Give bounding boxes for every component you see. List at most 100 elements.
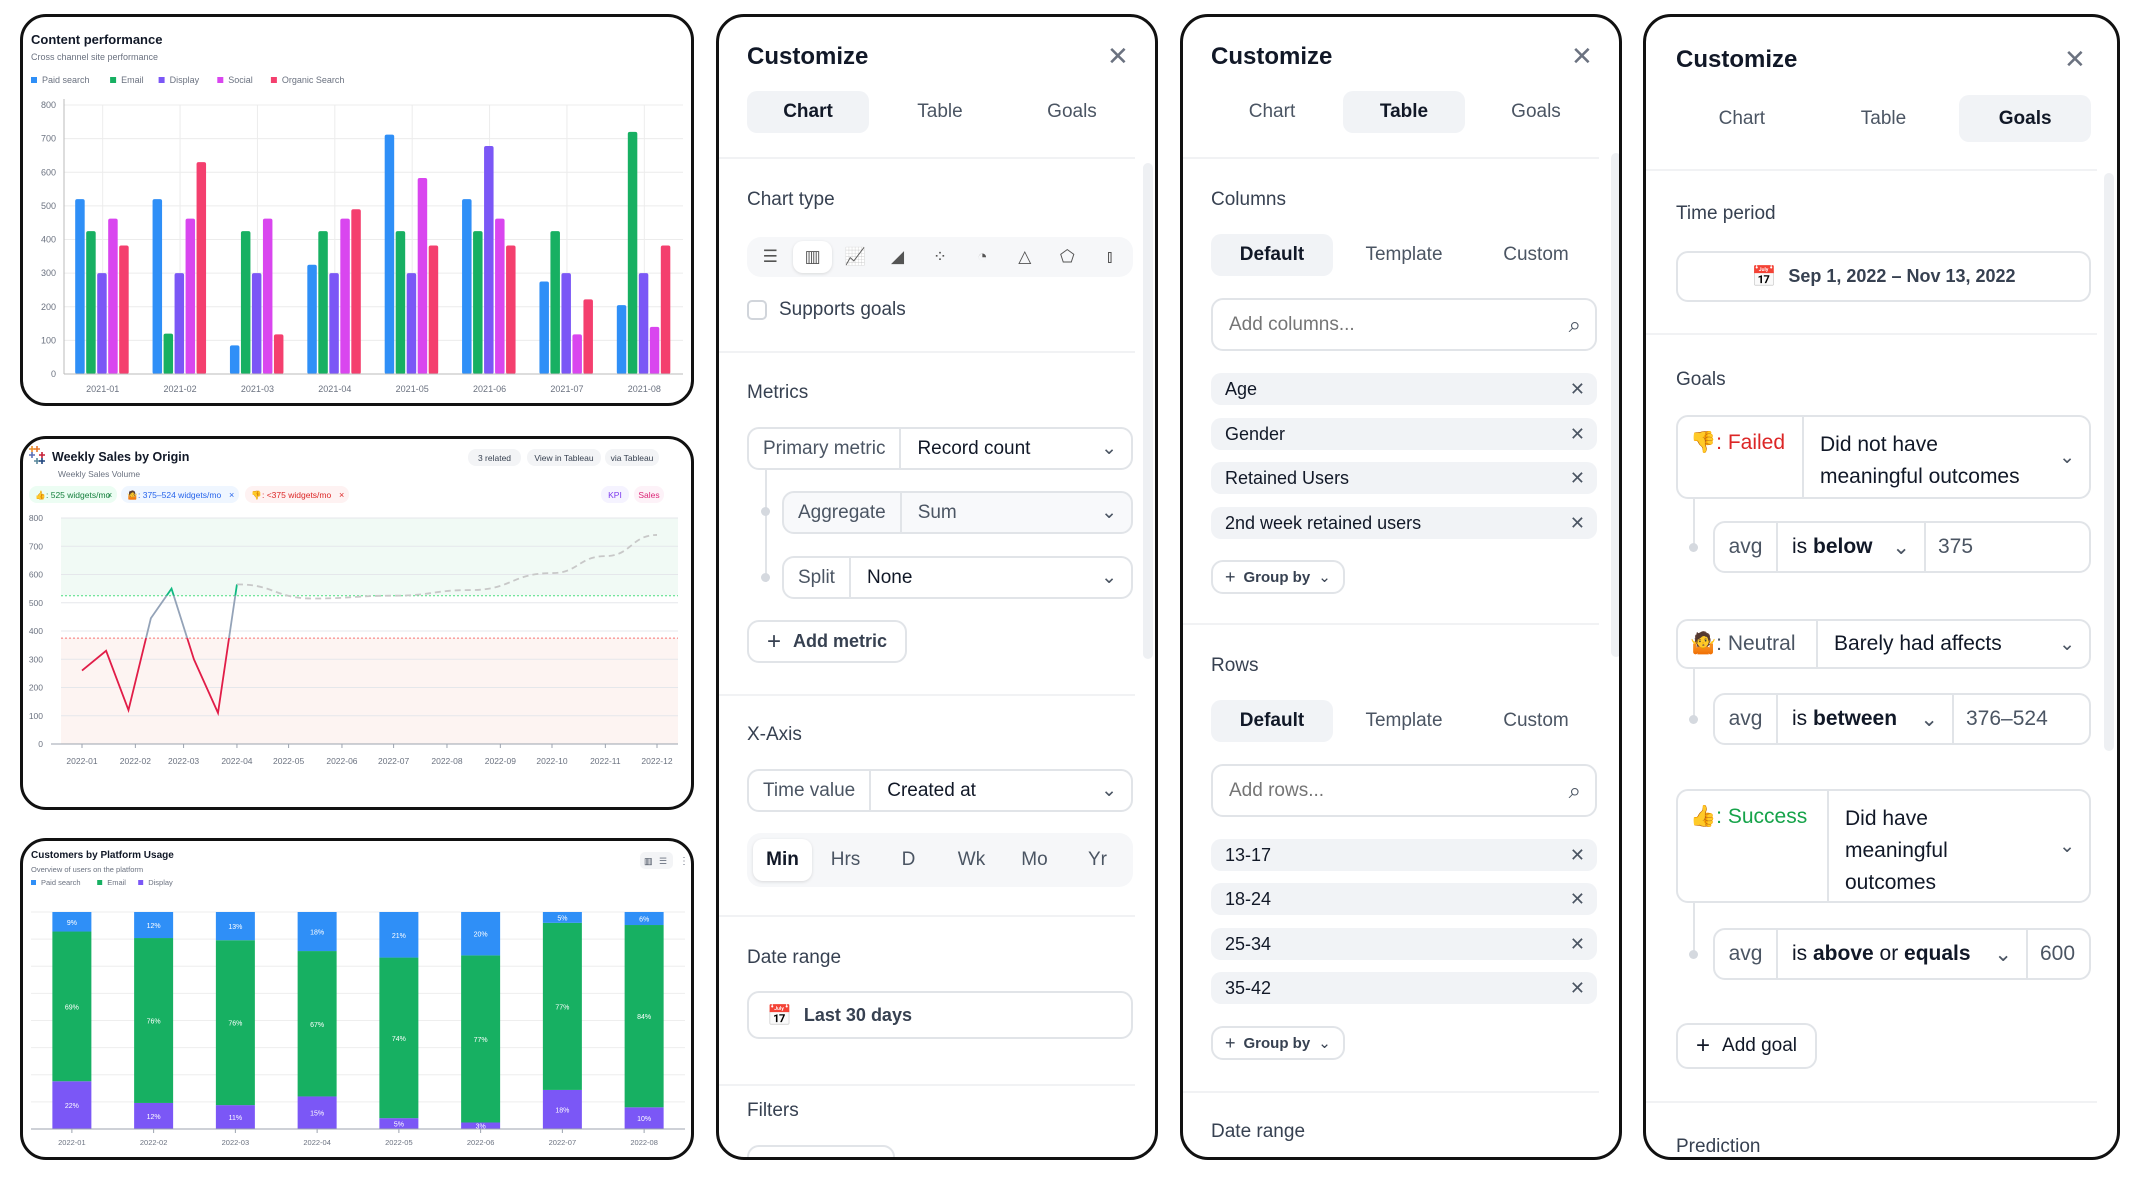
list-view-icon[interactable]: ☰ bbox=[659, 856, 667, 866]
bar-email[interactable] bbox=[395, 231, 406, 374]
tab-chart[interactable]: Chart bbox=[1211, 91, 1333, 133]
tab-table[interactable]: Table bbox=[1818, 95, 1950, 142]
scrollbar[interactable] bbox=[1143, 163, 1153, 659]
tab-goals[interactable]: Goals bbox=[1011, 91, 1133, 133]
primary-metric-select[interactable]: Primary metric Record count ⌄ bbox=[747, 427, 1133, 470]
scrollbar[interactable] bbox=[1611, 153, 1619, 657]
bar-paid-search[interactable] bbox=[152, 199, 163, 374]
date-range-button[interactable]: 📅 Last 30 days bbox=[747, 991, 1133, 1039]
bar-display[interactable] bbox=[406, 273, 417, 374]
goal-failed-select[interactable]: 👎: Failed Did not have meaningful outcome… bbox=[1676, 415, 2091, 499]
remove-icon[interactable]: ✕ bbox=[1570, 934, 1585, 955]
goal-operator-select[interactable]: is below ⌄ bbox=[1778, 523, 1926, 571]
bar-paid-search[interactable] bbox=[462, 199, 472, 374]
bar-email[interactable] bbox=[473, 231, 483, 374]
rows-group-by-button[interactable]: + Group by ⌄ bbox=[1211, 1026, 1345, 1060]
bar-organic-search[interactable] bbox=[351, 209, 361, 374]
bar-organic-search[interactable] bbox=[196, 162, 207, 374]
close-icon[interactable]: ✕ bbox=[2064, 46, 2086, 72]
add-columns-input[interactable]: ⌕ bbox=[1211, 298, 1597, 351]
bar-email[interactable] bbox=[240, 231, 251, 374]
columns-group-by-button[interactable]: + Group by ⌄ bbox=[1211, 560, 1345, 594]
legend-label[interactable]: Organic Search bbox=[282, 75, 345, 85]
bar-email[interactable] bbox=[627, 131, 638, 374]
bar-paid-search[interactable] bbox=[229, 345, 240, 374]
bar-social[interactable] bbox=[185, 218, 196, 374]
rows-mode-custom[interactable]: Custom bbox=[1475, 700, 1597, 742]
bar-display[interactable] bbox=[484, 146, 494, 374]
split-select[interactable]: Split None ⌄ bbox=[782, 556, 1133, 599]
granularity-hrs[interactable]: Hrs bbox=[816, 839, 875, 881]
bar-paid-search[interactable] bbox=[616, 305, 627, 374]
bar-display[interactable] bbox=[329, 273, 339, 374]
remove-icon[interactable]: × bbox=[339, 490, 344, 500]
goal-operator-select[interactable]: is between ⌄ bbox=[1778, 695, 1954, 743]
remove-icon[interactable]: ✕ bbox=[1570, 379, 1585, 400]
granularity-yr[interactable]: Yr bbox=[1068, 839, 1127, 881]
goal-value-input[interactable]: 600 bbox=[2028, 930, 2089, 978]
columns-mode-template[interactable]: Template bbox=[1343, 234, 1465, 276]
legend-label[interactable]: Display bbox=[148, 878, 173, 887]
columns-mode-custom[interactable]: Custom bbox=[1475, 234, 1597, 276]
aggregate-select[interactable]: Aggregate Sum ⌄ bbox=[782, 491, 1133, 534]
bar-social[interactable] bbox=[108, 218, 118, 374]
bar-social[interactable] bbox=[340, 218, 350, 374]
area-chart-icon[interactable]: ◢ bbox=[878, 241, 916, 273]
legend-label[interactable]: Social bbox=[228, 75, 253, 85]
bar-display[interactable] bbox=[561, 273, 571, 374]
granularity-wk[interactable]: Wk bbox=[942, 839, 1001, 881]
bar-email[interactable] bbox=[550, 231, 560, 374]
goal-success-select[interactable]: 👍: Success Did have meaningful outcomes ⌄ bbox=[1676, 789, 2091, 903]
remove-icon[interactable]: ✕ bbox=[1570, 845, 1585, 866]
remove-icon[interactable]: ✕ bbox=[1570, 978, 1585, 999]
add-rows-field[interactable] bbox=[1213, 766, 1569, 815]
bar-display[interactable] bbox=[638, 273, 649, 374]
horizontal-bar-chart-icon[interactable]: ☰ bbox=[751, 241, 789, 273]
goal-value-input[interactable]: 376–524 bbox=[1954, 695, 2089, 743]
goal-operator-select[interactable]: is above or equals ⌄ bbox=[1778, 930, 2028, 978]
bar-social[interactable] bbox=[495, 218, 505, 374]
bar-email[interactable] bbox=[86, 231, 96, 374]
bar-organic-search[interactable] bbox=[428, 245, 439, 374]
bar-social[interactable] bbox=[417, 177, 428, 374]
remove-icon[interactable]: ✕ bbox=[1570, 513, 1585, 534]
legend-label[interactable]: Email bbox=[121, 75, 144, 85]
remove-icon[interactable]: ✕ bbox=[1570, 424, 1585, 445]
bar-email[interactable] bbox=[318, 231, 328, 374]
tab-table[interactable]: Table bbox=[1343, 91, 1465, 133]
radar-chart-icon[interactable]: ⬠ bbox=[1048, 241, 1086, 273]
remove-icon[interactable]: × bbox=[229, 490, 234, 500]
bar-paid-search[interactable] bbox=[75, 199, 85, 374]
add-filter-button[interactable] bbox=[747, 1145, 895, 1157]
rows-mode-default[interactable]: Default bbox=[1211, 700, 1333, 742]
legend-label[interactable]: Paid search bbox=[42, 75, 90, 85]
bar-social[interactable] bbox=[572, 334, 582, 374]
supports-goals-checkbox[interactable] bbox=[747, 300, 767, 320]
bar-email[interactable] bbox=[163, 333, 174, 374]
bar-paid-search[interactable] bbox=[539, 281, 549, 374]
goal-neutral-select[interactable]: 🤷: Neutral Barely had affects ⌄ bbox=[1676, 619, 2091, 669]
add-columns-field[interactable] bbox=[1213, 300, 1569, 349]
legend-label[interactable]: Email bbox=[107, 878, 126, 887]
bar-organic-search[interactable] bbox=[273, 334, 284, 374]
remove-icon[interactable]: ✕ bbox=[1570, 889, 1585, 910]
bar-paid-search[interactable] bbox=[384, 134, 395, 374]
pyramid-chart-icon[interactable]: △ bbox=[1006, 241, 1044, 273]
bar-display[interactable] bbox=[251, 273, 262, 374]
bar-display[interactable] bbox=[174, 273, 185, 374]
bar-organic-search[interactable] bbox=[660, 245, 671, 374]
rows-mode-template[interactable]: Template bbox=[1343, 700, 1465, 742]
legend-label[interactable]: Display bbox=[170, 75, 200, 85]
granularity-min[interactable]: Min bbox=[753, 839, 812, 881]
more-options-icon[interactable]: ⋮ bbox=[679, 856, 689, 867]
time-period-button[interactable]: 📅 Sep 1, 2022 – Nov 13, 2022 bbox=[1676, 251, 2091, 302]
tab-goals[interactable]: Goals bbox=[1475, 91, 1597, 133]
legend-label[interactable]: Paid search bbox=[41, 878, 81, 887]
pie-chart-icon[interactable]: ◔ bbox=[963, 241, 1001, 273]
remove-icon[interactable]: × bbox=[107, 490, 112, 500]
columns-mode-default[interactable]: Default bbox=[1211, 234, 1333, 276]
granularity-d[interactable]: D bbox=[879, 839, 938, 881]
goal-aggregate[interactable]: avg bbox=[1715, 930, 1778, 978]
goal-aggregate[interactable]: avg bbox=[1715, 523, 1778, 571]
goal-aggregate[interactable]: avg bbox=[1715, 695, 1778, 743]
